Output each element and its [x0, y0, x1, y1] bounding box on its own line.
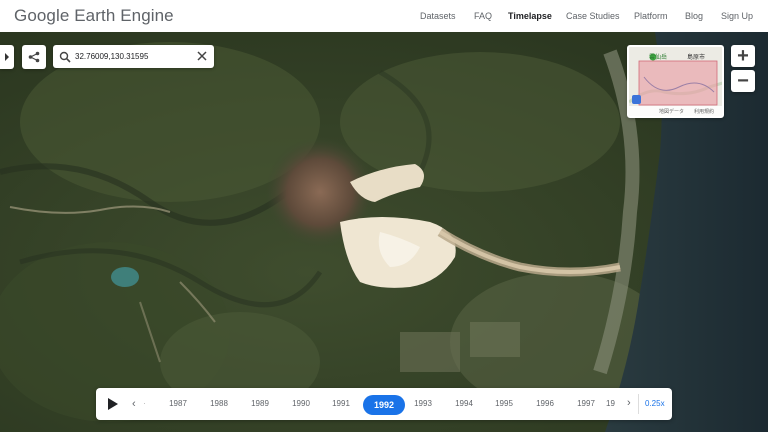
play-icon[interactable]: [106, 397, 120, 411]
playback-speed-button[interactable]: 0.25x: [645, 399, 665, 408]
site-logo[interactable]: Google Earth Engine: [14, 6, 174, 26]
nav-timelapse[interactable]: Timelapse: [508, 11, 552, 21]
location-search-box: [53, 45, 214, 68]
year-1992-selected[interactable]: 1992: [363, 395, 405, 415]
zoom-out-button[interactable]: −: [731, 70, 755, 92]
share-icon: [28, 51, 40, 63]
year-truncated[interactable]: 19: [606, 399, 622, 408]
close-icon[interactable]: [196, 50, 208, 62]
timelapse-timeline: ‹ · 1987 1988 1989 1990 1991 1992 1993 1…: [96, 388, 672, 420]
year-1987[interactable]: 1987: [158, 399, 198, 408]
nav-faq[interactable]: FAQ: [474, 11, 492, 21]
year-1997[interactable]: 1997: [566, 399, 606, 408]
top-nav-bar: Google Earth Engine Datasets FAQ Timelap…: [0, 0, 768, 32]
year-1991[interactable]: 1991: [321, 399, 361, 408]
nav-datasets[interactable]: Datasets: [420, 11, 456, 21]
overview-minimap[interactable]: 雲仙岳 島原市 地図データ 利用規約: [627, 45, 724, 118]
minimap-label-city: 島原市: [687, 55, 706, 61]
year-1988[interactable]: 1988: [199, 399, 239, 408]
year-1996[interactable]: 1996: [525, 399, 565, 408]
year-1990[interactable]: 1990: [281, 399, 321, 408]
zoom-in-button[interactable]: +: [731, 45, 755, 67]
year-1994[interactable]: 1994: [444, 399, 484, 408]
nav-case-studies[interactable]: Case Studies: [566, 11, 620, 21]
minimap-footer: 地図データ 利用規約: [629, 106, 722, 116]
nav-sign-up[interactable]: Sign Up: [721, 11, 753, 21]
search-icon: [59, 51, 71, 63]
nav-blog[interactable]: Blog: [685, 11, 703, 21]
chevron-right-icon: [5, 53, 9, 61]
chevron-left-icon[interactable]: ‹: [132, 398, 136, 410]
year-1993[interactable]: 1993: [403, 399, 443, 408]
nav-platform[interactable]: Platform: [634, 11, 668, 21]
chevron-right-icon[interactable]: ›: [627, 397, 631, 409]
year-overflow-marker: ·: [143, 398, 146, 408]
timeline-divider: [638, 394, 639, 414]
sidebar-toggle-button[interactable]: [0, 45, 14, 69]
minimap-label-mountain: 雲仙岳: [649, 55, 668, 61]
year-1989[interactable]: 1989: [240, 399, 280, 408]
year-1995[interactable]: 1995: [484, 399, 524, 408]
minimap-map-data-link[interactable]: 地図データ: [659, 108, 684, 115]
search-input[interactable]: [75, 52, 193, 61]
share-button[interactable]: [22, 45, 46, 69]
minimap-terms-link[interactable]: 利用規約: [694, 108, 714, 115]
